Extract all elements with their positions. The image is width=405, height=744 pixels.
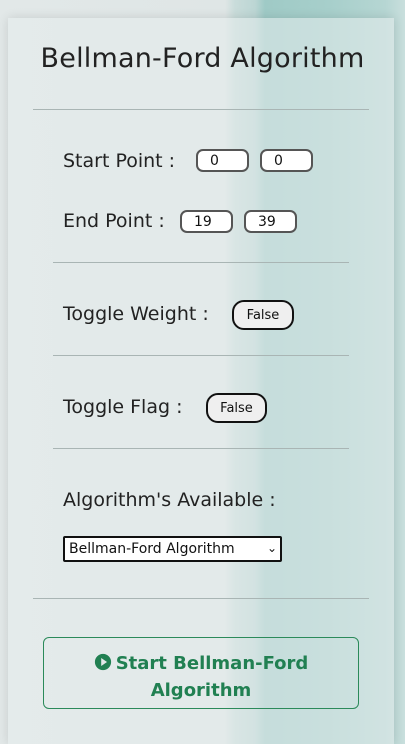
divider [53, 355, 349, 356]
toggle-weight-label: Toggle Weight : [63, 303, 209, 325]
divider [53, 262, 349, 263]
play-circle-icon [94, 653, 111, 671]
start-button-label-line2: Algorithm [150, 680, 252, 701]
start-button-label-line1: Start Bellman-Ford [115, 653, 309, 674]
divider [53, 448, 349, 449]
toggle-weight-button[interactable]: False [232, 300, 294, 330]
toggle-flag-label: Toggle Flag : [63, 396, 183, 418]
end-point-x-input[interactable] [180, 210, 233, 233]
page-title: Bellman-Ford Algorithm [40, 43, 365, 74]
control-panel [8, 18, 394, 744]
start-point-y-input[interactable] [260, 149, 313, 172]
start-algorithm-button[interactable]: Start Bellman-Ford Algorithm [43, 637, 359, 709]
algorithm-select[interactable]: Bellman-Ford Algorithm ⌄ [63, 536, 282, 562]
toggle-flag-button[interactable]: False [206, 393, 267, 423]
algorithms-label: Algorithm's Available : [63, 489, 276, 511]
end-point-label: End Point : [63, 210, 165, 232]
end-point-y-input[interactable] [244, 210, 297, 233]
start-point-x-input[interactable] [196, 149, 249, 172]
start-point-label: Start Point : [63, 150, 176, 172]
algorithm-select-value: Bellman-Ford Algorithm [69, 541, 235, 557]
divider [33, 109, 369, 110]
divider [33, 598, 369, 599]
chevron-down-icon: ⌄ [266, 541, 277, 555]
